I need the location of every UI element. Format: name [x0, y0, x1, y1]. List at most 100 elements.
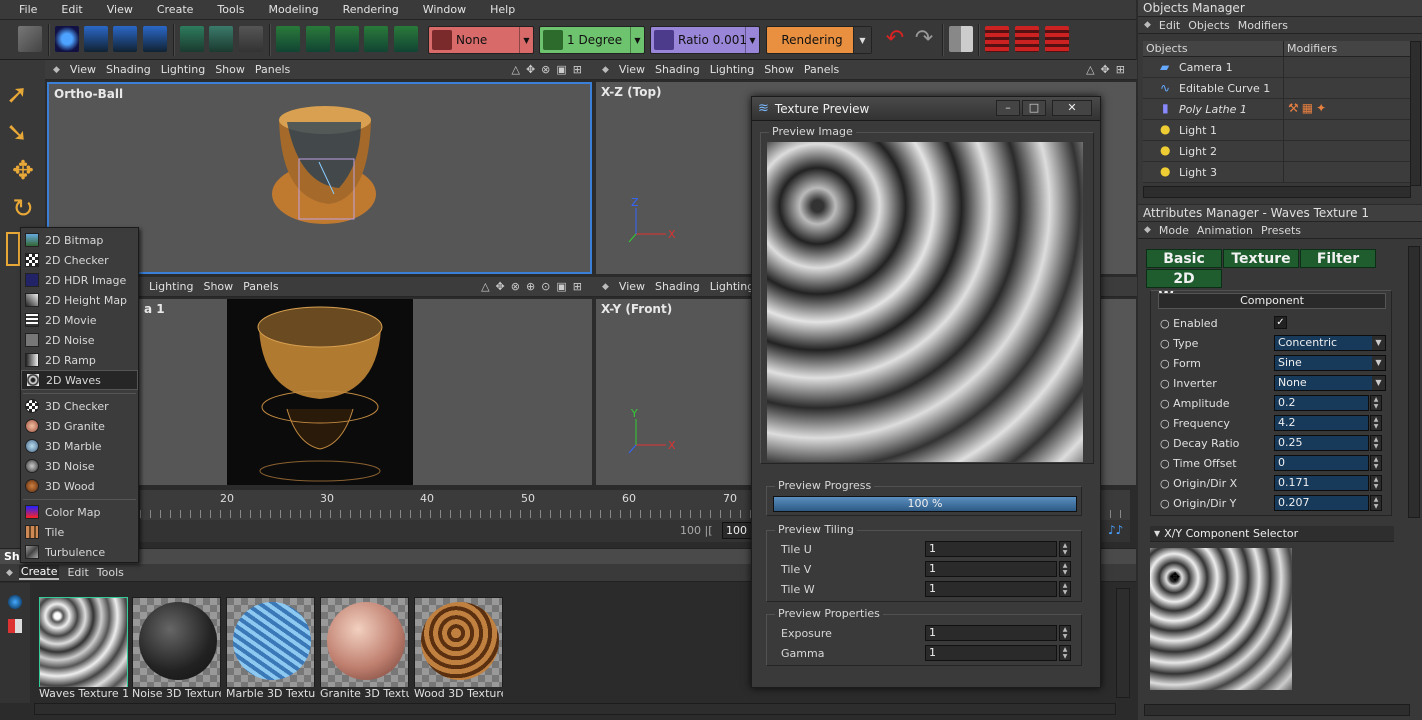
- menu-window[interactable]: Window: [422, 0, 467, 20]
- exposure-field[interactable]: 1: [925, 625, 1057, 641]
- close-icon[interactable]: ✕: [1052, 100, 1092, 116]
- vp-tl-view[interactable]: View: [70, 63, 96, 76]
- vp-br-lighting[interactable]: Lighting: [710, 280, 754, 293]
- tile-u-field[interactable]: 1: [925, 541, 1057, 557]
- inverter-select[interactable]: None ▼: [1274, 375, 1386, 391]
- menu-2d-heightmap[interactable]: 2D Height Map: [21, 290, 138, 310]
- layout-icon[interactable]: [949, 26, 973, 52]
- menu-3d-checker[interactable]: 3D Checker: [21, 396, 138, 416]
- vp-tr-shading[interactable]: Shading: [655, 63, 700, 76]
- material-tab[interactable]: Sh: [4, 550, 20, 563]
- rendering-combo[interactable]: Rendering ▼: [766, 26, 872, 54]
- vp-bl-show[interactable]: Show: [203, 280, 233, 293]
- attributes-vscrollbar[interactable]: [1408, 246, 1420, 518]
- viewport-controls-icon[interactable]: △✥⊗▣⊞: [511, 63, 588, 76]
- material-marble[interactable]: [226, 597, 315, 689]
- menu-rendering[interactable]: Rendering: [342, 0, 400, 20]
- blob-icon[interactable]: [364, 26, 388, 52]
- tile-w-spinner[interactable]: ▲ ▼: [1059, 581, 1071, 597]
- vp-tl-lighting[interactable]: Lighting: [161, 63, 205, 76]
- object-row[interactable]: Editable Curve 1: [1143, 78, 1413, 99]
- menu-turbulence[interactable]: Turbulence: [21, 542, 138, 562]
- object-row[interactable]: Light 1: [1143, 120, 1413, 141]
- material-menu-tools[interactable]: Tools: [97, 566, 124, 579]
- origin-x-field[interactable]: 0.171: [1274, 475, 1369, 491]
- origin-y-spinner[interactable]: ▲ ▼: [1370, 495, 1382, 511]
- material-hscrollbar[interactable]: [34, 703, 1116, 715]
- object-row[interactable]: Camera 1: [1143, 57, 1413, 78]
- tile-v-spinner[interactable]: ▲ ▼: [1059, 561, 1071, 577]
- axis-icon[interactable]: [239, 26, 263, 52]
- mesh-face-icon[interactable]: [143, 26, 167, 52]
- objects-vscrollbar[interactable]: [1410, 41, 1421, 186]
- gamma-spinner[interactable]: ▲ ▼: [1059, 645, 1071, 661]
- menu-2d-hdr[interactable]: 2D HDR Image: [21, 270, 138, 290]
- object-row[interactable]: Poly Lathe 1: [1143, 99, 1413, 120]
- enabled-checkbox[interactable]: ✓: [1274, 316, 1287, 329]
- spline-icon[interactable]: [276, 26, 300, 52]
- vp-br-view[interactable]: View: [619, 280, 645, 293]
- select-box-icon[interactable]: ➘: [6, 118, 40, 152]
- sphere-icon[interactable]: [8, 595, 22, 609]
- menu-help[interactable]: Help: [489, 0, 516, 20]
- menu-2d-noise[interactable]: 2D Noise: [21, 330, 138, 350]
- menu-view[interactable]: View: [106, 0, 134, 20]
- vp-tr-lighting[interactable]: Lighting: [710, 63, 754, 76]
- select-arrow-icon[interactable]: ➚: [6, 80, 40, 114]
- om-menu-objects[interactable]: Objects: [1188, 19, 1230, 32]
- vp-tl-shading[interactable]: Shading: [106, 63, 151, 76]
- rotate-icon[interactable]: ↻: [6, 194, 40, 228]
- material-type-icon[interactable]: [8, 619, 22, 633]
- time-offset-field[interactable]: 0: [1274, 455, 1369, 471]
- layers-icon[interactable]: [18, 26, 42, 52]
- graph-icon[interactable]: [180, 26, 204, 52]
- render-region-icon[interactable]: [985, 26, 1009, 52]
- tab-texture[interactable]: Texture: [1223, 249, 1299, 268]
- dialog-titlebar[interactable]: ≋ Texture Preview – □ ✕: [752, 97, 1100, 121]
- menu-2d-bitmap[interactable]: 2D Bitmap: [21, 230, 138, 250]
- object-row[interactable]: Light 3: [1143, 162, 1413, 183]
- menu-3d-wood[interactable]: 3D Wood: [21, 476, 138, 496]
- attributes-hscrollbar[interactable]: [1144, 704, 1410, 716]
- undo-icon[interactable]: ↶: [883, 26, 907, 52]
- menu-2d-movie[interactable]: 2D Movie: [21, 310, 138, 330]
- om-menu-modifiers[interactable]: Modifiers: [1238, 19, 1288, 32]
- frequency-field[interactable]: 4.2: [1274, 415, 1369, 431]
- ratio-combo[interactable]: Ratio 0.001 ▼: [650, 26, 760, 54]
- objects-hscrollbar[interactable]: [1143, 186, 1411, 198]
- curve-tool-icon[interactable]: [209, 26, 233, 52]
- scale-icon[interactable]: [6, 232, 20, 266]
- move-icon[interactable]: ✥: [6, 156, 40, 190]
- material-waves[interactable]: [39, 597, 128, 689]
- vp-tl-panels[interactable]: Panels: [255, 63, 290, 76]
- tab-2d-waves[interactable]: 2D Waves: [1146, 269, 1222, 305]
- tile-w-field[interactable]: 1: [925, 581, 1057, 597]
- tab-basic[interactable]: Basic: [1146, 249, 1222, 268]
- viewport-controls-icon[interactable]: △✥⊗⊕⊙▣⊞: [481, 280, 588, 293]
- selector-header[interactable]: ▼ X/Y Component Selector: [1150, 526, 1394, 542]
- menu-2d-ramp[interactable]: 2D Ramp: [21, 350, 138, 370]
- range-end-field[interactable]: 100: [722, 522, 754, 539]
- terrain-icon[interactable]: [394, 26, 418, 52]
- angle-combo[interactable]: 1 Degree ▼: [539, 26, 645, 54]
- vp-tr-view[interactable]: View: [619, 63, 645, 76]
- render-view-icon[interactable]: [1015, 26, 1039, 52]
- form-select[interactable]: Sine ▼: [1274, 355, 1386, 371]
- origin-x-spinner[interactable]: ▲ ▼: [1370, 475, 1382, 491]
- wave-icon[interactable]: [335, 26, 359, 52]
- menu-3d-granite[interactable]: 3D Granite: [21, 416, 138, 436]
- viewport-camera[interactable]: a 1: [139, 299, 592, 485]
- mesh-vertex-icon[interactable]: [84, 26, 108, 52]
- am-menu-animation[interactable]: Animation: [1197, 224, 1253, 237]
- material-vscrollbar[interactable]: [1116, 588, 1130, 698]
- menu-file[interactable]: File: [18, 0, 38, 20]
- plane-icon[interactable]: [306, 26, 330, 52]
- tile-v-field[interactable]: 1: [925, 561, 1057, 577]
- material-granite[interactable]: [320, 597, 409, 689]
- amplitude-field[interactable]: 0.2: [1274, 395, 1369, 411]
- section-header[interactable]: Component: [1158, 293, 1386, 309]
- vp-tr-panels[interactable]: Panels: [804, 63, 839, 76]
- viewport-controls-icon[interactable]: △✥⊞: [1086, 63, 1131, 76]
- frequency-spinner[interactable]: ▲ ▼: [1370, 415, 1382, 431]
- decay-spinner[interactable]: ▲ ▼: [1370, 435, 1382, 451]
